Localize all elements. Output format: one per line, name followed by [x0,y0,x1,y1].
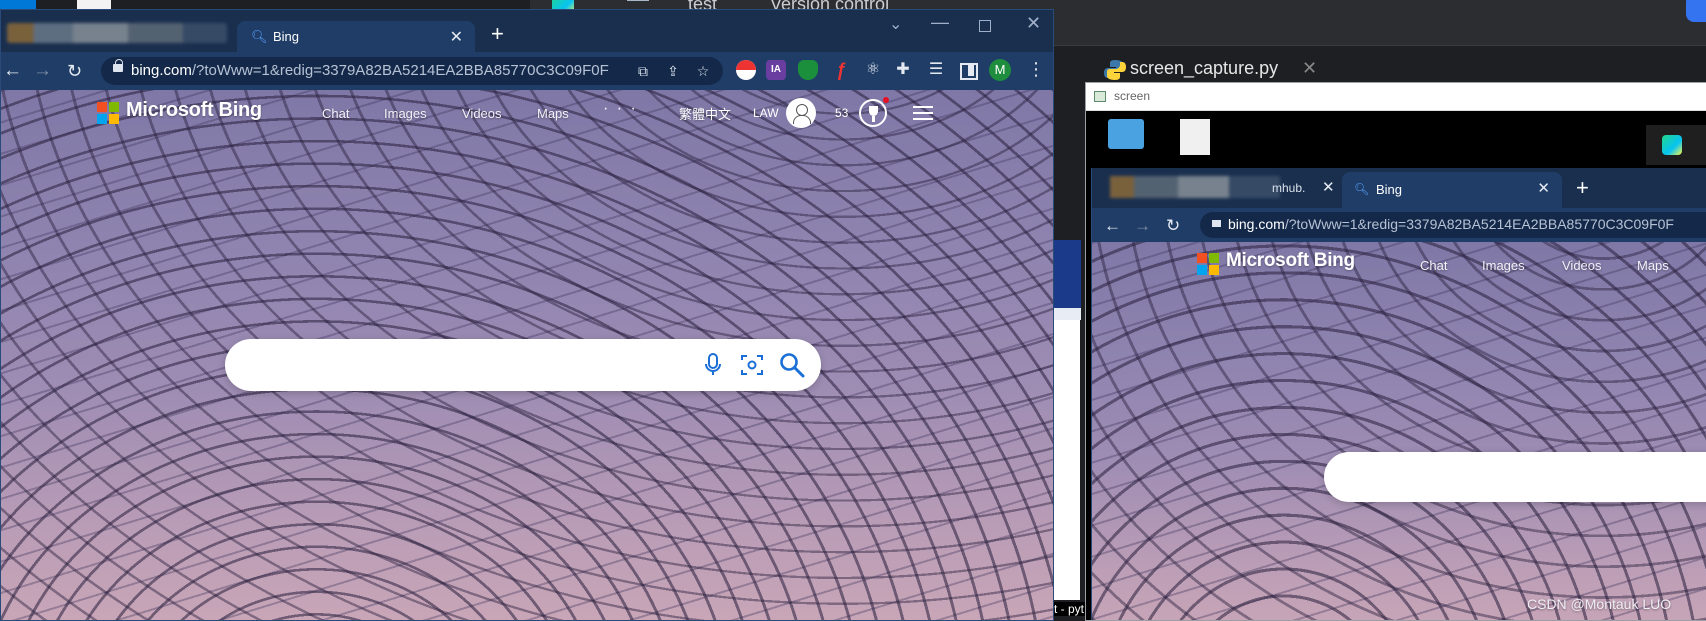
captured-blurred-tab [1110,176,1280,198]
captured-brand: Microsoft Bing [1226,250,1355,271]
captured-pycharm-icon [1646,125,1706,165]
captured-address-bar: bing.com/?toWww=1&redig=3379A82BA5214EA2… [1200,212,1706,238]
captured-recycle-bin-icon [1108,119,1144,149]
tab-search-chevron-icon[interactable]: ⌄ [889,14,902,34]
address-bar[interactable]: bing.com/?toWww=1&redig=3379A82BA5214EA2… [101,57,723,85]
tab-strip: 🔍︎ Bing ✕ + ⌄ — ✕ [1,10,1053,52]
nav-images[interactable]: Images [384,106,427,121]
tab-screen-capture-py[interactable]: screen_capture.py [1130,58,1278,79]
app-window-icon [1094,91,1106,102]
close-window-icon[interactable]: ✕ [1026,13,1041,34]
captured-nav-maps: Maps [1637,258,1669,273]
pokeball-extension-icon[interactable] [736,60,756,80]
captured-nav-videos: Videos [1562,258,1602,273]
forward-arrow-icon[interactable]: → [33,61,52,80]
ia-extension-icon[interactable]: IA [766,60,786,80]
tab-title: Bing [273,29,300,44]
screen-window-body: mhub. ✕ 🔍︎ Bing ✕ + ← → ↻ bing.com/?toWw… [1086,111,1706,620]
microphone-icon[interactable] [705,353,721,377]
captured-forward-arrow-icon: → [1134,216,1151,235]
translate-icon[interactable]: ⧉ [635,63,651,79]
extensions-puzzle-icon[interactable]: ✚ [893,60,913,80]
bing-brand[interactable]: Microsoft Bing [126,99,262,122]
microsoft-logo-icon[interactable] [97,102,119,124]
captured-search-box [1324,452,1706,502]
blurred-tab[interactable] [7,23,227,43]
settings-menu-icon[interactable] [913,106,933,120]
user-avatar-icon[interactable] [786,98,816,128]
back-arrow-icon[interactable]: ← [3,61,22,80]
captured-back-arrow-icon: ← [1104,216,1121,235]
tab-close-icon[interactable]: ✕ [1302,58,1317,79]
captured-tab-title: Bing [1376,182,1403,197]
captured-new-tab-icon: + [1576,175,1589,200]
maximize-icon[interactable] [979,20,991,32]
search-box[interactable] [225,339,821,391]
screen-window-title: screen [1114,89,1151,103]
captured-search-favicon-icon: 🔍︎ [1354,182,1370,196]
captured-toolbar: ← → ↻ bing.com/?toWww=1&redig=3379A82BA5… [1092,208,1706,242]
nav-chat[interactable]: Chat [322,106,349,121]
reload-icon[interactable]: ↻ [67,62,82,80]
screen-window-titlebar: screen [1086,83,1706,111]
bookmark-star-icon[interactable]: ☆ [695,63,711,79]
share-icon[interactable]: ⇪ [665,63,681,79]
ide-account-icon[interactable] [1686,0,1706,22]
user-name[interactable]: LAW [753,106,779,120]
search-icon[interactable] [779,352,805,378]
new-tab-button[interactable]: + [491,23,504,45]
editor-tabs: screen_capture.py ✕ [1050,54,1706,84]
side-panel-icon[interactable] [958,60,978,80]
flash-extension-icon[interactable]: ƒ [831,60,851,80]
bing-header: Microsoft Bing Chat Images Videos Maps ·… [1,90,1053,140]
close-tab-icon[interactable]: ✕ [450,27,463,47]
ide-panel-strip [1050,240,1081,600]
captured-tab-strip: mhub. ✕ 🔍︎ Bing ✕ + [1092,168,1706,208]
screen-capture-window: screen mhub. ✕ 🔍︎ Bing ✕ + ← → ↻ bing.co… [1085,82,1706,621]
taskbar-fragment: t - pyt [1052,602,1087,616]
captured-file-icon [1180,119,1210,155]
shield-extension-icon[interactable] [798,60,818,80]
profile-avatar[interactable]: M [989,59,1011,81]
python-file-icon [1104,60,1126,80]
visual-search-icon[interactable] [740,353,764,377]
nav-maps[interactable]: Maps [537,106,569,121]
captured-nav-chat: Chat [1420,258,1448,273]
lock-icon[interactable] [113,59,123,72]
watermark: CSDN @Montauk LUO [1527,596,1672,612]
language-link[interactable]: 繁體中文 [679,104,731,123]
bing-homepage: Microsoft Bing Chat Images Videos Maps ·… [1,90,1053,620]
captured-tab-bing: 🔍︎ Bing ✕ [1342,172,1562,208]
rewards-points[interactable]: 53 [835,106,848,120]
captured-close-tab-icon: ✕ [1537,180,1550,197]
browser-toolbar: ← → ↻ bing.com/?toWww=1&redig=3379A82BA5… [1,52,1053,90]
search-favicon-icon: 🔍︎ [251,29,268,44]
captured-microsoft-logo-icon [1197,253,1219,275]
captured-nav-images: Images [1482,258,1525,273]
desktop: test Version control screen_capture.py ✕… [0,0,1706,621]
tab-bing[interactable]: 🔍︎ Bing ✕ [237,21,475,52]
captured-tab-close-icon: ✕ [1322,179,1335,196]
reading-list-icon[interactable]: ☰ [926,60,946,80]
minimize-icon[interactable]: — [931,12,949,33]
captured-browser: mhub. ✕ 🔍︎ Bing ✕ + ← → ↻ bing.com/?toWw… [1091,168,1706,620]
url-text[interactable]: bing.com/?toWww=1&redig=3379A82BA5214EA2… [131,62,609,79]
react-extension-icon[interactable]: ⚛ [863,60,883,80]
captured-bing-page: Microsoft Bing Chat Images Videos Maps [1092,242,1706,620]
browser-window: 🔍︎ Bing ✕ + ⌄ — ✕ ← → ↻ bing.com/?toWww=… [0,9,1054,621]
nav-videos[interactable]: Videos [462,106,502,121]
captured-lock-icon [1212,220,1221,227]
captured-tab-suffix: mhub. [1272,181,1306,195]
more-menu-icon[interactable]: ⋮ [1027,59,1045,79]
rewards-trophy-icon[interactable] [859,97,889,127]
captured-reload-icon: ↻ [1166,216,1181,235]
more-nav-icon[interactable]: · · · [603,100,638,118]
captured-url-text: bing.com/?toWww=1&redig=3379A82BA5214EA2… [1228,216,1674,232]
